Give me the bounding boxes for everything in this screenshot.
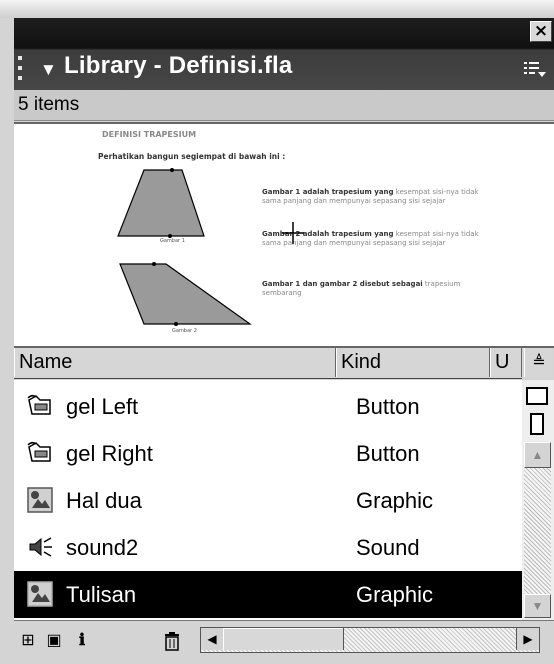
preview-paragraph-1: Gambar 1 adalah trapesium yang kesempat … <box>262 188 479 205</box>
item-kind: Button <box>356 394 420 419</box>
column-header-kind[interactable]: Kind <box>336 348 490 377</box>
preview-pane: DEFINISI TRAPESIUM Perhatikan bangun seg… <box>14 122 554 348</box>
close-button[interactable]: × <box>530 21 552 42</box>
button-symbol-icon <box>27 394 51 415</box>
list-item[interactable]: sound2 Sound <box>14 524 522 571</box>
item-name: gel Left <box>66 394 139 419</box>
new-symbol-icon[interactable]: ⊞ <box>18 631 38 651</box>
item-kind: Graphic <box>356 582 434 607</box>
panel-options-menu-icon[interactable] <box>524 60 546 81</box>
graphic-symbol-icon <box>27 487 53 513</box>
scroll-thumb[interactable] <box>223 628 344 650</box>
scroll-up-arrow-icon[interactable]: ▲ <box>524 442 551 468</box>
delete-trash-icon[interactable] <box>162 631 182 651</box>
drag-grip-icon[interactable] <box>18 56 24 86</box>
list-item[interactable]: gel Left Button <box>14 383 522 430</box>
item-name: sound2 <box>66 535 139 560</box>
item-kind: Sound <box>356 535 420 560</box>
item-count-label: 5 items <box>18 94 80 115</box>
list-item[interactable]: Hal dua Graphic <box>14 477 522 524</box>
preview-caption-1: Gambar 1 <box>160 238 185 244</box>
crosshair-cursor-icon <box>282 222 304 244</box>
item-name: gel Right <box>66 441 153 466</box>
item-count-bar: 5 items <box>14 90 554 121</box>
graphic-symbol-icon <box>27 581 53 607</box>
trapezoid-1 <box>117 169 205 237</box>
scroll-track[interactable] <box>524 468 551 594</box>
preview-title: DEFINISI TRAPESIUM <box>102 130 197 139</box>
preview-paragraph-3: Gambar 1 dan gambar 2 disebut sebagai tr… <box>262 280 461 297</box>
column-header-use-count[interactable]: U <box>490 348 522 377</box>
button-symbol-icon <box>27 441 51 462</box>
scroll-left-arrow-icon[interactable]: ◀ <box>201 628 224 650</box>
sound-icon <box>29 537 52 557</box>
wide-state-button-icon[interactable] <box>526 387 548 405</box>
panel-title: Library - Definisi.fla <box>64 52 293 79</box>
preview-caption-2: Gambar 2 <box>172 328 197 334</box>
list-item[interactable]: gel Right Button <box>14 430 522 477</box>
item-name: Tulisan <box>66 582 137 607</box>
panel-titlebar[interactable]: × ▼ Library - Definisi.fla <box>14 18 554 90</box>
scroll-down-arrow-icon[interactable]: ▼ <box>524 594 551 618</box>
scroll-right-arrow-icon[interactable]: ▶ <box>516 628 539 650</box>
item-kind: Button <box>356 441 420 466</box>
column-header: Name Kind U <box>14 348 522 379</box>
collapse-arrow-icon[interactable]: ▼ <box>40 60 57 80</box>
window-top-strip <box>0 0 554 18</box>
column-header-name[interactable]: Name <box>14 348 336 377</box>
sort-order-button[interactable]: ≜ <box>524 348 553 377</box>
trapezoid-shapes <box>117 168 252 326</box>
list-item-selected[interactable]: Tulisan Graphic <box>14 571 522 618</box>
bottom-toolbar: ⊞ ▣ ℹ ◀ ▶ <box>14 620 554 664</box>
horizontal-scrollbar[interactable]: ◀ ▶ <box>200 627 540 653</box>
trapezoid-2 <box>119 263 252 325</box>
narrow-state-button-icon[interactable] <box>530 413 544 435</box>
library-item-list[interactable]: gel Left Button gel Right Button Hal dua… <box>14 380 522 620</box>
vertical-scrollbar[interactable]: ▲ ▼ <box>522 380 554 620</box>
new-folder-icon[interactable]: ▣ <box>44 631 64 651</box>
properties-icon[interactable]: ℹ <box>72 631 92 651</box>
item-name: Hal dua <box>66 488 142 513</box>
preview-instruction: Perhatikan bangun segiempat di bawah ini… <box>98 152 286 161</box>
item-kind: Graphic <box>356 488 434 513</box>
